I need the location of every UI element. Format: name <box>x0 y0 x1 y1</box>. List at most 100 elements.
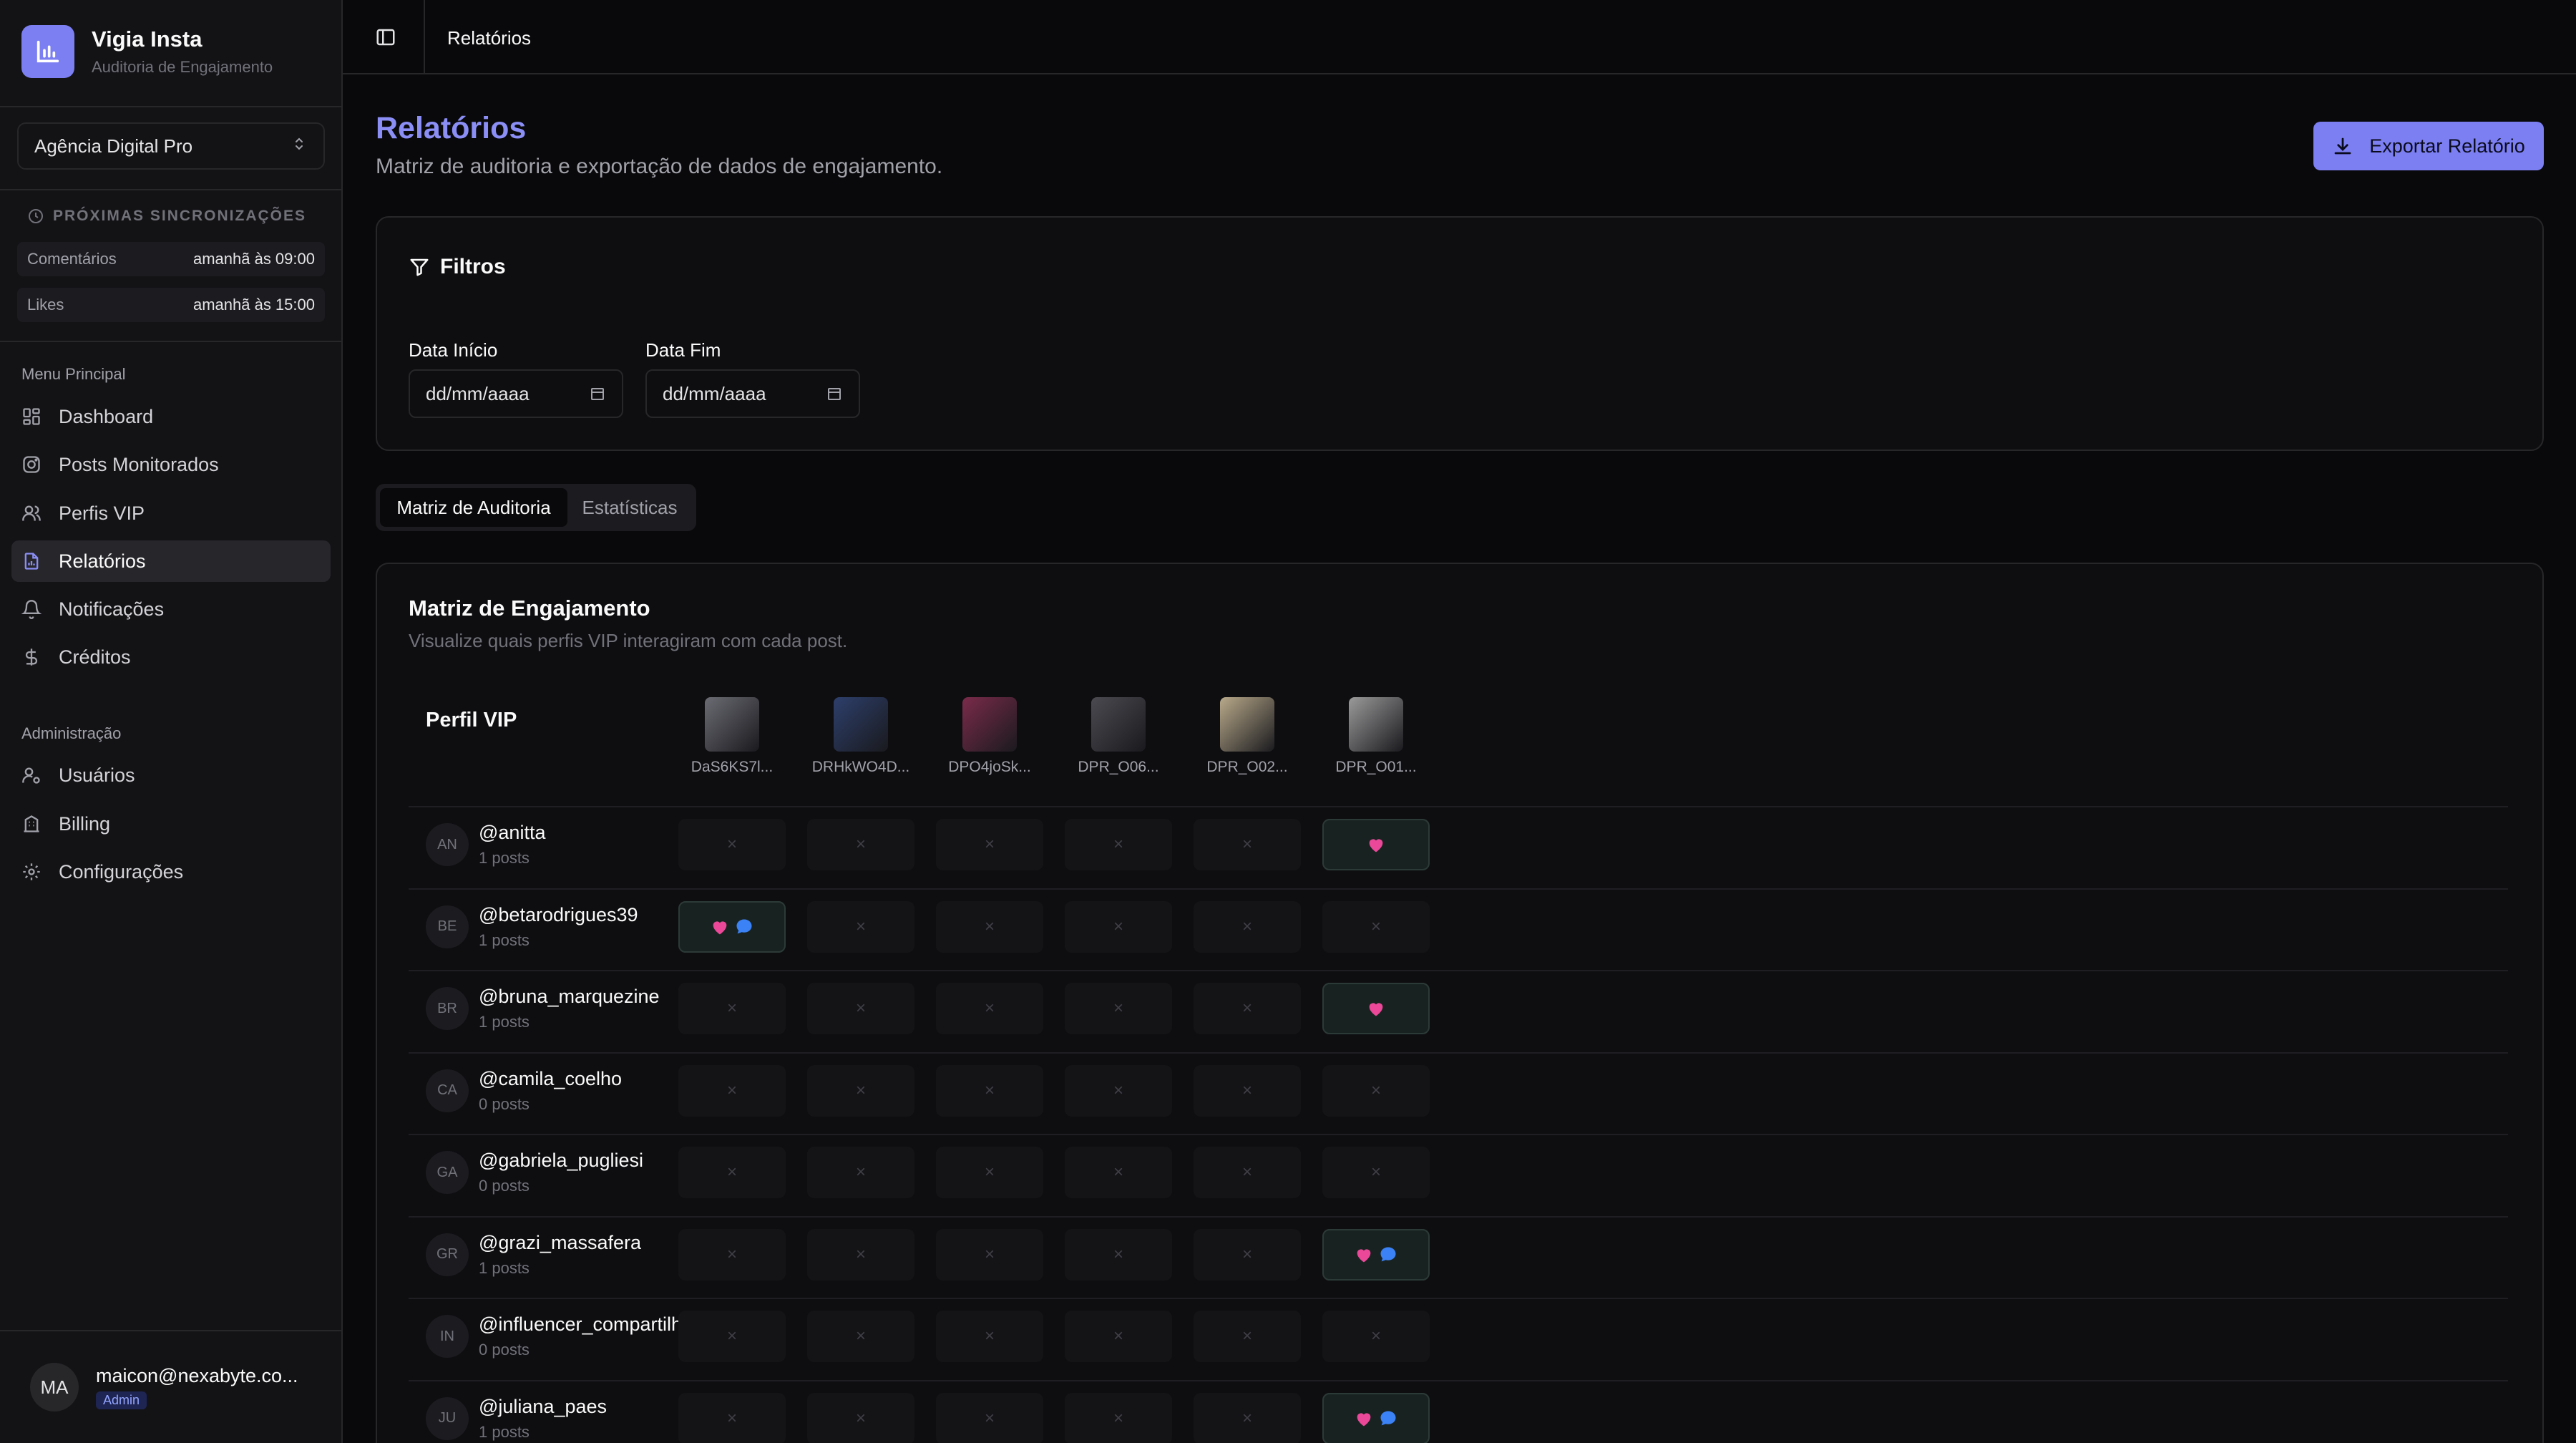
post-thumbnail <box>1349 697 1403 752</box>
engagement-cell[interactable]: × <box>936 983 1043 1034</box>
engagement-cell[interactable]: × <box>807 1392 914 1443</box>
tab-matriz-auditoria[interactable]: Matriz de Auditoria <box>380 488 567 527</box>
engagement-cell[interactable]: × <box>807 1228 914 1281</box>
profile-handle[interactable]: @bruna_marquezine <box>479 986 660 1008</box>
post-column-header[interactable]: DaS6KS7l... <box>678 697 786 776</box>
engagement-cell[interactable]: × <box>1322 1064 1430 1117</box>
engagement-cell[interactable] <box>1322 1392 1430 1443</box>
engagement-cell[interactable]: × <box>1065 819 1172 870</box>
empty-mark: × <box>855 1244 866 1264</box>
brand[interactable]: Vigia Insta Auditoria de Engajamento <box>21 25 273 78</box>
engagement-cell[interactable]: × <box>807 1064 914 1117</box>
engagement-cell[interactable]: × <box>1194 1064 1301 1117</box>
sidebar-item-configuracoes[interactable]: Configurações <box>11 851 331 893</box>
engagement-cell[interactable]: × <box>936 1147 1043 1198</box>
heart-icon <box>1357 1248 1371 1262</box>
sidebar-item-relatorios[interactable]: Relatórios <box>11 540 331 582</box>
engagement-cell[interactable]: × <box>1194 1147 1301 1198</box>
engagement-cell[interactable]: × <box>678 1311 786 1362</box>
engagement-cell[interactable]: × <box>1065 1311 1172 1362</box>
engagement-cell[interactable]: × <box>678 983 786 1034</box>
comment-icon <box>736 919 752 933</box>
post-name: DaS6KS7l... <box>691 759 774 775</box>
post-column-header[interactable]: DPR_O06... <box>1065 697 1172 776</box>
post-column-header[interactable]: DRHkWO4D... <box>807 697 914 776</box>
engagement-cell[interactable] <box>1322 1228 1430 1281</box>
engagement-cell[interactable]: × <box>936 1311 1043 1362</box>
breadcrumb: Relatórios <box>447 27 532 49</box>
export-report-button[interactable]: Exportar Relatório <box>2313 122 2544 170</box>
start-date-input[interactable]: dd/mm/aaaa <box>409 369 623 418</box>
engagement-cell[interactable]: × <box>936 900 1043 953</box>
divider <box>0 189 341 190</box>
engagement-cell[interactable]: × <box>1194 1311 1301 1362</box>
post-column-header[interactable]: DPR_O01... <box>1322 697 1430 776</box>
building-icon <box>24 815 39 832</box>
engagement-cell[interactable]: × <box>1065 1392 1172 1443</box>
brand-subtitle: Auditoria de Engajamento <box>92 58 273 76</box>
sidebar-item-posts[interactable]: Posts Monitorados <box>11 444 331 485</box>
organization-select[interactable]: Agência Digital Pro <box>17 122 325 170</box>
user-menu[interactable]: MA maicon@nexabyte.co... Admin <box>30 1363 298 1412</box>
profile-handle[interactable]: @anitta <box>479 822 545 844</box>
post-column-header[interactable]: DPO4joSk... <box>936 697 1043 776</box>
dashboard-icon <box>23 408 40 425</box>
profile-handle[interactable]: @juliana_paes <box>479 1396 607 1418</box>
engagement-cell[interactable]: × <box>1322 900 1430 953</box>
engagement-cell[interactable]: × <box>807 819 914 870</box>
engagement-cell[interactable]: × <box>1194 1228 1301 1281</box>
end-date-value: dd/mm/aaaa <box>663 382 766 404</box>
engagement-cell[interactable]: × <box>807 983 914 1034</box>
engagement-cell[interactable]: × <box>1194 819 1301 870</box>
engagement-cell[interactable]: × <box>1065 1147 1172 1198</box>
empty-mark: × <box>1241 1244 1252 1264</box>
engagement-cell[interactable]: × <box>807 1147 914 1198</box>
engagement-cell[interactable]: × <box>1322 1311 1430 1362</box>
engagement-cell[interactable]: × <box>678 1228 786 1281</box>
empty-mark: × <box>1241 835 1252 854</box>
post-column-header[interactable]: DPR_O02... <box>1194 697 1301 776</box>
engagement-cell[interactable] <box>1322 983 1430 1034</box>
sidebar-item-billing[interactable]: Billing <box>11 803 331 845</box>
profile-column-header: Perfil VIP <box>426 709 517 732</box>
engagement-cell[interactable]: × <box>1194 983 1301 1034</box>
sidebar: Vigia Insta Auditoria de Engajamento Agê… <box>0 0 343 1443</box>
sidebar-item-label: Usuários <box>59 764 135 786</box>
engagement-cell[interactable]: × <box>678 1064 786 1117</box>
engagement-cell[interactable]: × <box>1194 900 1301 953</box>
profile-handle[interactable]: @betarodrigues39 <box>479 904 638 926</box>
engagement-cell[interactable]: × <box>1065 1228 1172 1281</box>
filters-title-text: Filtros <box>440 255 506 278</box>
profile-handle[interactable]: @gabriela_pugliesi <box>479 1150 643 1172</box>
sidebar-item-usuarios[interactable]: Usuários <box>11 754 331 796</box>
engagement-cell[interactable]: × <box>1065 900 1172 953</box>
sidebar-item-dashboard[interactable]: Dashboard <box>11 396 331 437</box>
sidebar-toggle-button[interactable] <box>370 21 401 53</box>
engagement-cell[interactable]: × <box>936 819 1043 870</box>
engagement-cell[interactable]: × <box>936 1228 1043 1281</box>
sync-label: Comentários <box>27 250 117 268</box>
engagement-cell[interactable]: × <box>678 1392 786 1443</box>
engagement-cell[interactable]: × <box>807 900 914 953</box>
engagement-cell[interactable]: × <box>1065 983 1172 1034</box>
engagement-cell[interactable]: × <box>678 819 786 870</box>
engagement-cell[interactable] <box>1322 819 1430 870</box>
profile-handle[interactable]: @grazi_massafera <box>479 1232 641 1254</box>
engagement-cell[interactable]: × <box>807 1311 914 1362</box>
empty-mark: × <box>855 1162 866 1182</box>
user-email: maicon@nexabyte.co... <box>96 1365 298 1386</box>
engagement-cell[interactable] <box>678 900 786 953</box>
engagement-cell[interactable]: × <box>1322 1147 1430 1198</box>
engagement-cell[interactable]: × <box>936 1064 1043 1117</box>
tab-estatisticas[interactable]: Estatísticas <box>567 488 692 527</box>
engagement-cell[interactable]: × <box>1065 1064 1172 1117</box>
engagement-cell[interactable]: × <box>678 1147 786 1198</box>
engagement-cell[interactable]: × <box>936 1392 1043 1443</box>
sidebar-item-perfis-vip[interactable]: Perfis VIP <box>11 492 331 534</box>
profile-handle[interactable]: @camila_coelho <box>479 1068 622 1090</box>
sidebar-item-creditos[interactable]: Créditos <box>11 636 331 678</box>
profile-avatar: IN <box>426 1315 469 1358</box>
sidebar-item-notificacoes[interactable]: Notificações <box>11 588 331 630</box>
end-date-input[interactable]: dd/mm/aaaa <box>645 369 860 418</box>
engagement-cell[interactable]: × <box>1194 1392 1301 1443</box>
